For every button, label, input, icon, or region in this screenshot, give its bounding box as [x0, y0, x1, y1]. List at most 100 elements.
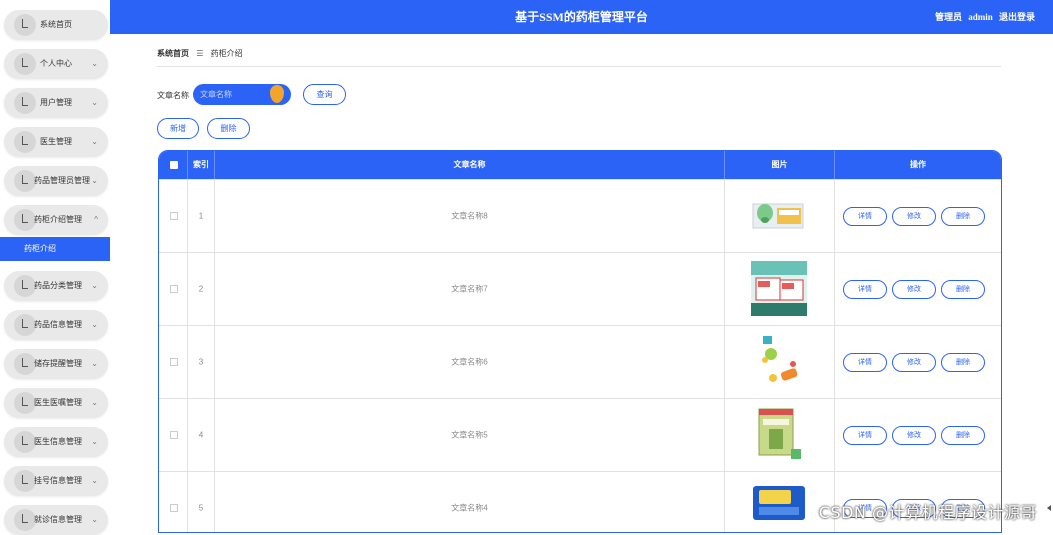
breadcrumb-home[interactable]: 系统首页 [157, 49, 189, 58]
sidebar-item-label: 药品管理员管理 [34, 176, 90, 185]
menu-bullet-icon [14, 314, 36, 336]
column-header-index: 索引 [188, 151, 215, 179]
delete-button[interactable]: 删除 [941, 353, 985, 372]
index-cell: 2 [188, 253, 215, 325]
menu-bullet-icon [14, 170, 36, 192]
sidebar-item-label: 个人中心 [40, 59, 72, 68]
table-header: 索引 文章名称 图片 操作 [159, 151, 1001, 179]
column-header-actions: 操作 [910, 160, 926, 169]
delete-button[interactable]: 删除 [941, 207, 985, 226]
header-checkbox-cell [159, 151, 188, 179]
batch-delete-button[interactable]: 删除 [207, 118, 250, 139]
sidebar-item-home[interactable]: 系统首页 [4, 10, 108, 40]
name-cell: 文章名称8 [215, 180, 725, 252]
chevron-down-icon: ⌄ [91, 437, 98, 446]
chevron-down-icon: ⌄ [91, 320, 98, 329]
detail-button[interactable]: 详情 [843, 207, 887, 226]
row-checkbox[interactable] [170, 212, 178, 220]
menu-bullet-icon [14, 53, 36, 75]
query-button[interactable]: 查询 [303, 84, 346, 105]
sidebar-item-label: 系统首页 [40, 20, 72, 29]
sidebar-item-registration-management[interactable]: 挂号信息管理 ⌄ [4, 466, 108, 496]
medicine-box-image [751, 261, 807, 316]
menu-bullet-icon [14, 353, 36, 375]
actions-cell: 详情 修改 删除 [835, 399, 1001, 471]
index-value: 5 [198, 503, 204, 513]
sidebar-item-drug-info-management[interactable]: 药品信息管理 ⌄ [4, 310, 108, 340]
sidebar-item-cabinet-intro-management[interactable]: 药柜介绍管理 ^ [4, 205, 108, 235]
add-button[interactable]: 新增 [157, 118, 199, 139]
index-value: 4 [198, 430, 204, 440]
sidebar-item-label: 医生管理 [40, 137, 72, 146]
name-value: 文章名称7 [451, 284, 488, 294]
medicine-pills-image [751, 334, 807, 389]
sidebar-subitem-cabinet-intro[interactable]: 药柜介绍 [0, 237, 110, 261]
sidebar-item-label: 药柜介绍管理 [34, 215, 82, 224]
select-all-checkbox[interactable] [170, 161, 178, 169]
edit-button[interactable]: 修改 [892, 280, 936, 299]
index-value: 1 [198, 211, 204, 221]
detail-button[interactable]: 详情 [843, 353, 887, 372]
name-value: 文章名称8 [451, 211, 488, 221]
breadcrumb-current: 药柜介绍 [210, 49, 243, 58]
index-cell: 3 [188, 326, 215, 398]
row-checkbox[interactable] [170, 504, 178, 512]
row-checkbox[interactable] [170, 285, 178, 293]
actions-cell: 详情 修改 删除 [835, 180, 1001, 252]
menu-bullet-icon [14, 470, 36, 492]
sidebar-item-drug-category-management[interactable]: 药品分类管理 ⌄ [4, 271, 108, 301]
name-cell: 文章名称7 [215, 253, 725, 325]
name-value: 文章名称6 [451, 357, 488, 367]
menu-bullet-icon [14, 509, 36, 531]
logout-link[interactable]: 退出登录 [999, 12, 1035, 22]
image-cell [725, 180, 835, 252]
menu-bullet-icon [14, 392, 36, 414]
sidebar-item-storage-reminder-management[interactable]: 储存提醒管理 ⌄ [4, 349, 108, 379]
sidebar-item-user-management[interactable]: 用户管理 ⌄ [4, 88, 108, 118]
row-checkbox-cell [159, 180, 188, 252]
sidebar-item-label: 药品分类管理 [34, 281, 82, 290]
scroll-left-arrow-icon[interactable] [1047, 505, 1051, 511]
table-row: 4 文章名称5 详情 修改 删除 [159, 398, 1001, 471]
chevron-down-icon: ⌄ [91, 359, 98, 368]
sidebar-item-doctor-orders-management[interactable]: 医生医嘱管理 ⌄ [4, 388, 108, 418]
edit-button[interactable]: 修改 [892, 207, 936, 226]
medicine-box-image [751, 188, 807, 243]
delete-button[interactable]: 删除 [941, 426, 985, 445]
sidebar-item-drug-admin-management[interactable]: 药品管理员管理 ⌄ [4, 166, 108, 196]
index-cell: 1 [188, 180, 215, 252]
sidebar-item-label: 医生医嘱管理 [34, 398, 82, 407]
chevron-down-icon: ⌄ [91, 59, 98, 68]
chevron-down-icon: ⌄ [91, 398, 98, 407]
edit-button[interactable]: 修改 [892, 426, 936, 445]
detail-button[interactable]: 详情 [843, 280, 887, 299]
chevron-down-icon: ⌄ [91, 476, 98, 485]
chevron-down-icon: ⌄ [91, 281, 98, 290]
row-checkbox[interactable] [170, 431, 178, 439]
actions-cell: 详情 修改 删除 [835, 326, 1001, 398]
sidebar-item-label: 挂号信息管理 [34, 476, 82, 485]
image-cell [725, 326, 835, 398]
menu-bullet-icon [14, 131, 36, 153]
sidebar-item-personal-center[interactable]: 个人中心 ⌄ [4, 49, 108, 79]
menu-bullet-icon [14, 92, 36, 114]
medicine-box-image [751, 480, 807, 532]
user-area: 管理员 admin 退出登录 [931, 0, 1035, 34]
search-label: 文章名称 [157, 91, 189, 100]
row-checkbox[interactable] [170, 358, 178, 366]
name-value: 文章名称4 [451, 503, 488, 513]
sidebar-item-doctor-info-management[interactable]: 医生信息管理 ⌄ [4, 427, 108, 457]
index-cell: 5 [188, 472, 215, 532]
delete-button[interactable]: 删除 [941, 280, 985, 299]
sidebar-item-label: 储存提醒管理 [34, 359, 82, 368]
sidebar-item-doctor-management[interactable]: 医生管理 ⌄ [4, 127, 108, 157]
row-checkbox-cell [159, 399, 188, 471]
breadcrumb: 系统首页 ☰ 药柜介绍 [157, 48, 243, 59]
name-cell: 文章名称4 [215, 472, 725, 532]
detail-button[interactable]: 详情 [843, 426, 887, 445]
sidebar: 系统首页 个人中心 ⌄ 用户管理 ⌄ 医生管理 ⌄ 药品管理员管理 ⌄ 药柜介绍… [0, 0, 110, 535]
row-checkbox-cell [159, 253, 188, 325]
chevron-up-icon: ^ [94, 215, 98, 224]
edit-button[interactable]: 修改 [892, 353, 936, 372]
column-header-image: 图片 [725, 151, 835, 179]
